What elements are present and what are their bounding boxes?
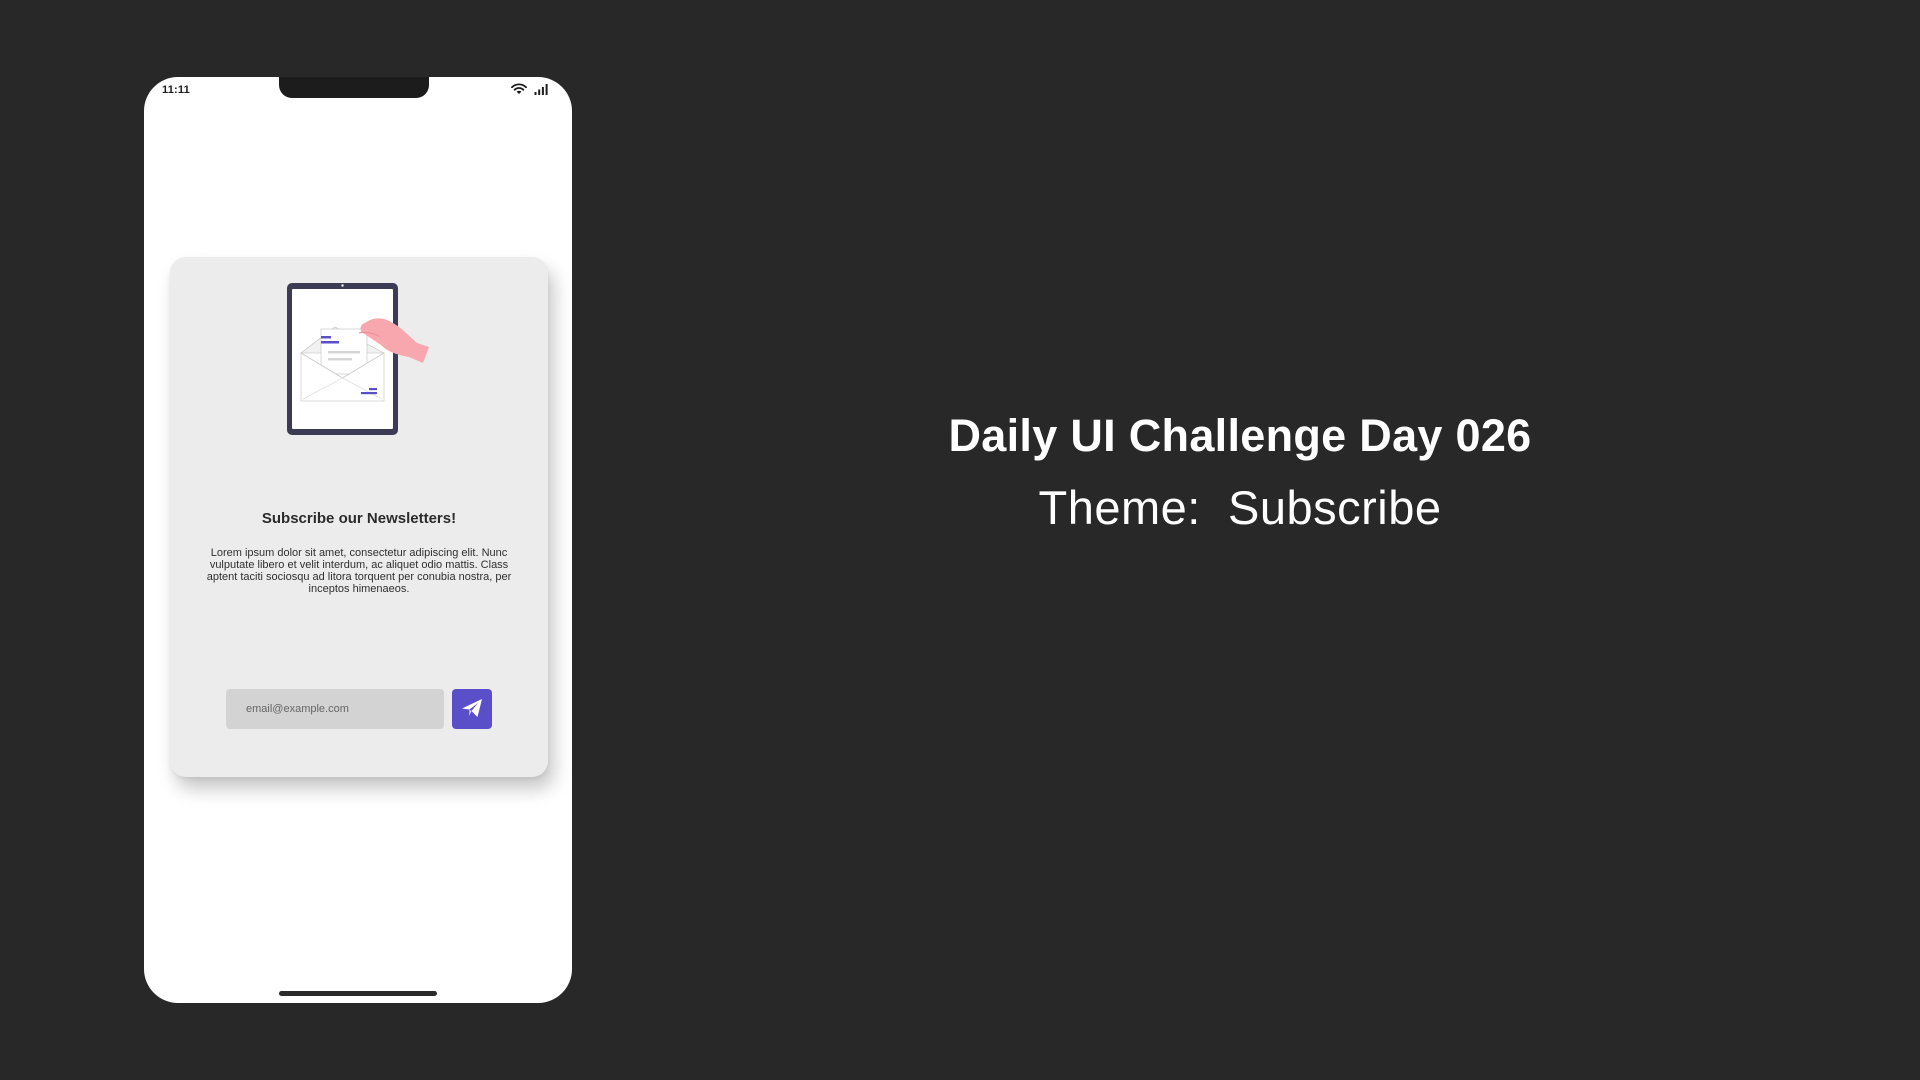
status-time: 11:11 (162, 84, 190, 96)
subscribe-card: Subscribe our Newsletters! Lorem ipsum d… (170, 257, 548, 777)
theme-subtitle: Theme: Subscribe (1038, 481, 1442, 534)
home-indicator (279, 991, 437, 996)
paper-plane-icon (460, 696, 484, 723)
page-title: Daily UI Challenge Day 026 (948, 410, 1532, 461)
card-title: Subscribe our Newsletters! (261, 510, 457, 527)
email-input[interactable] (226, 689, 444, 729)
send-button[interactable] (452, 689, 492, 729)
phone-mockup: 11:11 Subscribe our Newsletters! Lorem i… (144, 77, 572, 1003)
status-icons (511, 83, 550, 95)
wifi-icon (511, 83, 527, 95)
tablet-envelope-illustration (285, 281, 450, 441)
signal-icon (534, 83, 550, 95)
card-description: Lorem ipsum dolor sit amet, consectetur … (206, 547, 512, 595)
phone-notch (279, 77, 429, 98)
